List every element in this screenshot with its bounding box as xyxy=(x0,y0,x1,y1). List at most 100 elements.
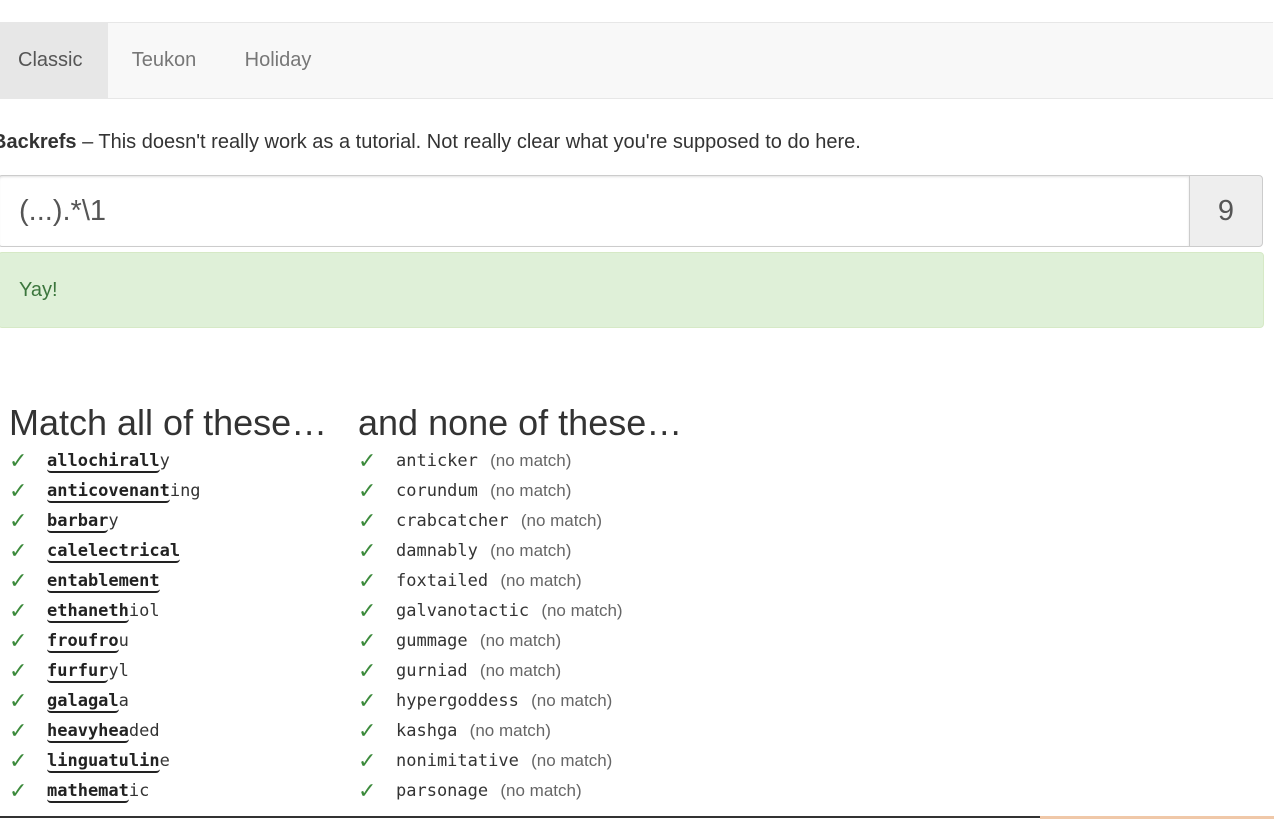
tab-classic[interactable]: Classic xyxy=(0,23,108,98)
nonmatch-word-text: gurniad xyxy=(396,661,468,681)
match-column: Match all of these… ✓ allochirally ✓ antico… xyxy=(9,400,327,808)
check-icon: ✓ xyxy=(9,688,28,713)
nonmatch-word: nonimitative (no match) xyxy=(396,751,612,771)
matched-portion: froufro xyxy=(47,631,119,653)
tab-teukon[interactable]: Teukon xyxy=(108,23,220,98)
match-word: galagala xyxy=(47,691,129,713)
puzzle-description: Backrefs – This doesn't really work as a… xyxy=(0,131,861,154)
match-list-item: ✓ allochirally xyxy=(9,448,327,478)
no-match-label: (no match) xyxy=(500,781,582,800)
regex-input[interactable] xyxy=(0,175,1190,247)
nonmatch-word-text: nonimitative xyxy=(396,751,519,771)
check-icon: ✓ xyxy=(358,568,377,593)
nonmatch-word: kashga (no match) xyxy=(396,721,551,741)
nonmatch-word-text: foxtailed xyxy=(396,571,489,591)
check-icon: ✓ xyxy=(358,538,377,563)
no-match-label: (no match) xyxy=(531,691,613,710)
match-list-item: ✓ furfuryl xyxy=(9,658,327,688)
matched-portion: heavyhea xyxy=(47,721,129,743)
matched-portion: allochirall xyxy=(47,451,160,473)
none-list-item: ✓ crabcatcher (no match) xyxy=(358,508,682,538)
matched-portion: furfur xyxy=(47,661,109,683)
nonmatch-word-text: corundum xyxy=(396,481,478,501)
check-icon: ✓ xyxy=(9,478,28,503)
unmatched-portion: yl xyxy=(108,661,129,681)
none-list-item: ✓ kashga (no match) xyxy=(358,718,682,748)
check-icon: ✓ xyxy=(358,748,377,773)
unmatched-portion: iol xyxy=(128,601,160,621)
check-icon: ✓ xyxy=(358,508,377,533)
nonmatch-word-text: kashga xyxy=(396,721,458,741)
no-match-label: (no match) xyxy=(479,631,562,650)
match-word: barbary xyxy=(47,511,119,533)
none-heading: and none of these… xyxy=(358,402,683,443)
unmatched-portion: e xyxy=(159,751,170,771)
unmatched-portion: ing xyxy=(169,481,201,501)
matched-portion: mathemat xyxy=(47,781,129,803)
regex-input-group: 9 xyxy=(0,175,1263,247)
unmatched-portion: a xyxy=(118,691,129,711)
none-list-item: ✓ nonimitative (no match) xyxy=(358,748,682,778)
check-icon: ✓ xyxy=(358,478,377,503)
check-icon: ✓ xyxy=(9,658,28,683)
unmatched-portion: ded xyxy=(128,721,160,741)
match-list-item: ✓ linguatuline xyxy=(9,748,327,778)
nonmatch-word: damnably (no match) xyxy=(396,541,571,561)
nonmatch-word: foxtailed (no match) xyxy=(396,571,582,591)
no-match-label: (no match) xyxy=(541,601,623,620)
check-icon: ✓ xyxy=(358,658,377,683)
none-list-item: ✓ galvanotactic (no match) xyxy=(358,598,682,628)
none-list-item: ✓ foxtailed (no match) xyxy=(358,568,682,598)
check-icon: ✓ xyxy=(358,718,377,743)
match-list-item: ✓ galagala xyxy=(9,688,327,718)
puzzle-description-text: This doesn't really work as a tutorial. … xyxy=(98,131,861,153)
check-icon: ✓ xyxy=(9,778,28,803)
tab-holiday[interactable]: Holiday xyxy=(220,23,336,98)
match-list-item: ✓ entablement xyxy=(9,568,327,598)
match-list-item: ✓ barbary xyxy=(9,508,327,538)
matched-portion: galagal xyxy=(47,691,119,713)
nonmatch-word-text: damnably xyxy=(396,541,478,561)
match-list-item: ✓ froufrou xyxy=(9,628,327,658)
check-icon: ✓ xyxy=(358,448,377,473)
none-list-item: ✓ parsonage (no match) xyxy=(358,778,682,808)
nonmatch-word: hypergoddess (no match) xyxy=(396,691,612,711)
check-icon: ✓ xyxy=(9,568,28,593)
description-separator: – xyxy=(76,131,99,153)
match-word: ethanethiol xyxy=(47,601,160,623)
unmatched-portion: y xyxy=(159,451,170,471)
nonmatch-word-text: hypergoddess xyxy=(396,691,519,711)
match-word: calelectrical xyxy=(47,541,181,563)
navbar: Classic Teukon Holiday xyxy=(0,22,1273,99)
match-word: heavyheaded xyxy=(47,721,160,743)
none-list-item: ✓ damnably (no match) xyxy=(358,538,682,568)
match-list-item: ✓ calelectrical xyxy=(9,538,327,568)
match-list: ✓ allochirally ✓ anticovenanting ✓ barbary ✓ ca… xyxy=(9,448,327,808)
nonmatch-word: gurniad (no match) xyxy=(396,661,561,681)
check-icon: ✓ xyxy=(358,778,377,803)
none-list: ✓ anticker (no match) ✓ corundum (no match)… xyxy=(358,448,682,808)
matched-portion: calelectrical xyxy=(47,541,181,563)
nonmatch-word-text: crabcatcher xyxy=(396,511,509,531)
check-icon: ✓ xyxy=(9,448,28,473)
nonmatch-word-text: gummage xyxy=(396,631,468,651)
none-list-item: ✓ hypergoddess (no match) xyxy=(358,688,682,718)
match-heading: Match all of these… xyxy=(9,402,328,443)
match-word: mathematic xyxy=(47,781,149,803)
check-icon: ✓ xyxy=(9,718,28,743)
score-addon: 9 xyxy=(1189,175,1263,247)
check-icon: ✓ xyxy=(9,538,28,563)
match-list-item: ✓ ethanethiol xyxy=(9,598,327,628)
matched-portion: linguatulin xyxy=(47,751,160,773)
puzzle-name: Backrefs xyxy=(0,131,77,153)
matched-portion: barbar xyxy=(47,511,109,533)
check-icon: ✓ xyxy=(9,508,28,533)
none-list-item: ✓ anticker (no match) xyxy=(358,448,682,478)
success-alert: Yay! xyxy=(0,252,1264,328)
no-match-label: (no match) xyxy=(500,571,582,590)
none-list-item: ✓ gummage (no match) xyxy=(358,628,682,658)
nonmatch-word: galvanotactic (no match) xyxy=(396,601,623,621)
no-match-label: (no match) xyxy=(490,541,572,560)
unmatched-portion: y xyxy=(108,511,119,531)
no-match-label: (no match) xyxy=(490,451,572,470)
